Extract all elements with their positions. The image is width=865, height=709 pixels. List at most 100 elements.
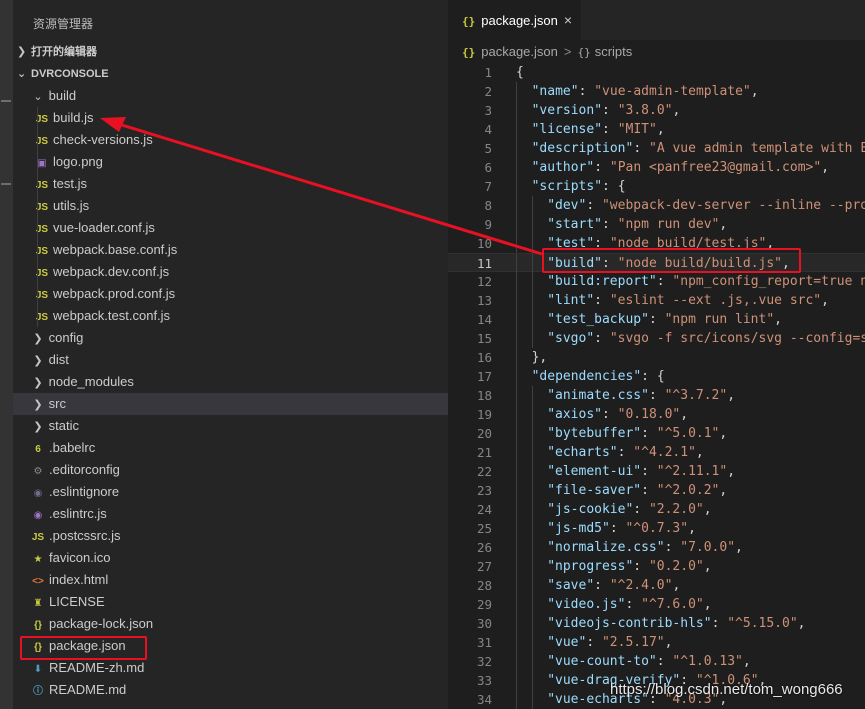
tree-item-webpack-base-conf-js[interactable]: JS webpack.base.conf.js (13, 239, 448, 261)
indent-guide (516, 557, 517, 576)
json-string: "svgo -f src/icons/svg --config=sr (609, 331, 865, 346)
json-punctuation: , (797, 616, 806, 631)
json-punctuation: , (727, 464, 736, 479)
code-editor[interactable]: 1{2 "name": "vue-admin-template", 3 "versio… (448, 63, 865, 709)
json-string: "^2.4.0" (609, 578, 673, 593)
tree-item-node-modules[interactable]: ❯ node_modules (13, 371, 448, 393)
indent-guide (516, 272, 517, 291)
eslint-ignore-icon: ◉ (33, 488, 43, 499)
json-string: "0.18.0" (617, 407, 681, 422)
tree-item-utils-js[interactable]: JS utils.js (13, 195, 448, 217)
tree-item-dist[interactable]: ❯ dist (13, 349, 448, 371)
tree-item-postcssrc-js[interactable]: JS .postcssrc.js (13, 525, 448, 547)
json-punctuation: : (594, 578, 610, 593)
tree-item-logo-png[interactable]: ▣ logo.png (13, 151, 448, 173)
json-key: "author" (531, 160, 595, 175)
workspace-header[interactable]: ⌄ DVRCONSOLE (13, 63, 448, 85)
tree-item-webpack-test-conf-js[interactable]: JS webpack.test.conf.js (13, 305, 448, 327)
code-line: 27 "nprogress": "0.2.0", (448, 557, 865, 576)
json-punctuation: : (641, 426, 657, 441)
tree-item-label: .eslintignore (49, 484, 120, 499)
code-text: "build:report": "npm_config_report=true … (547, 272, 865, 291)
json-string: "^5.0.1" (656, 426, 720, 441)
tree-item-webpack-dev-conf-js[interactable]: JS webpack.dev.conf.js (13, 261, 448, 283)
json-key: "dev" (547, 198, 587, 213)
tree-item-readme-zh-md[interactable]: ⬇ README-zh.md (13, 657, 448, 679)
code-text: "vue-count-to": "^1.0.13", (547, 652, 751, 671)
tree-item-favicon-ico[interactable]: ★ favicon.ico (13, 547, 448, 569)
tree-item-label: static (48, 418, 79, 433)
indent-guide (516, 82, 517, 101)
line-number: 5 (484, 141, 492, 156)
json-key: "nprogress" (547, 559, 634, 574)
tree-item-config[interactable]: ❯ config (13, 327, 448, 349)
line-number: 19 (476, 407, 492, 422)
tree-item-static[interactable]: ❯ static (13, 415, 448, 437)
line-number: 30 (476, 616, 492, 631)
tree-item-test-js[interactable]: JS test.js (13, 173, 448, 195)
tree-item-check-versions-js[interactable]: JS check-versions.js (13, 129, 448, 151)
code-text: "animate.css": "^3.7.2", (547, 386, 735, 405)
editor-pane: {} package.json × {} package.json > {} scripts… (448, 0, 865, 709)
code-line: 7 "scripts": { (448, 177, 865, 196)
json-key: "normalize.css" (547, 540, 665, 555)
json-punctuation: : (594, 160, 610, 175)
indent-guide (531, 272, 533, 291)
annotation-highlight-package-json (20, 636, 147, 660)
chevron-down-icon: ⌄ (33, 91, 43, 103)
json-key: "js-cookie" (547, 502, 634, 517)
tree-item-label: test.js (53, 176, 87, 191)
tree-item-vue-loader-conf-js[interactable]: JS vue-loader.conf.js (13, 217, 448, 239)
line-number: 29 (476, 597, 492, 612)
tree-item-label: package-lock.json (49, 616, 154, 631)
code-text: "echarts": "^4.2.1", (547, 443, 704, 462)
code-text: "video.js": "^7.6.0", (547, 595, 711, 614)
indent-guide (516, 234, 517, 253)
json-string: "^4.2.1" (633, 445, 696, 460)
tree-item-readme-md[interactable]: ⓘ README.md (13, 679, 448, 701)
code-text: "normalize.css": "7.0.0", (547, 538, 743, 557)
tree-item-license[interactable]: ♜ LICENSE (13, 591, 448, 613)
code-line: 1{ (448, 63, 865, 82)
json-string: "vue-admin-template" (594, 84, 751, 99)
tree-item-build[interactable]: ⌄ build (13, 85, 448, 107)
indent-guide (531, 595, 533, 614)
tree-item-build-js[interactable]: JS build.js (13, 107, 448, 129)
indent-guide (37, 107, 38, 327)
line-number: 3 (484, 103, 492, 118)
tree-item-label: index.html (49, 572, 109, 587)
tree-item-eslintignore[interactable]: ◉ .eslintignore (13, 481, 448, 503)
line-number: 1 (484, 65, 492, 80)
json-key: "build:report" (547, 274, 657, 289)
line-number: 4 (484, 122, 492, 137)
json-key: "animate.css" (547, 388, 649, 403)
json-key: "scripts" (531, 179, 603, 194)
line-number: 14 (476, 312, 492, 327)
json-key: "vue" (547, 635, 587, 650)
indent-guide (516, 329, 517, 348)
tab-package-json[interactable]: {} package.json × (448, 0, 581, 40)
tree-item-label: README.md (49, 682, 127, 697)
indent-guide (531, 576, 533, 595)
json-string: "^2.11.1" (656, 464, 728, 479)
tree-item-eslintrc-js[interactable]: ◉ .eslintrc.js (13, 503, 448, 525)
tree-item-editorconfig[interactable]: ⚙ .editorconfig (13, 459, 448, 481)
eslint-file-icon: ◉ (33, 510, 43, 521)
tree-item-package-lock-json[interactable]: {} package-lock.json (13, 613, 448, 635)
tree-item-webpack-prod-conf-js[interactable]: JS webpack.prod.conf.js (13, 283, 448, 305)
indent-guide (516, 101, 517, 120)
tree-item-index-html[interactable]: <> index.html (13, 569, 448, 591)
code-line: 14 "test_backup": "npm run lint", (448, 310, 865, 329)
code-text: "element-ui": "^2.11.1", (547, 462, 735, 481)
code-text: "bytebuffer": "^5.0.1", (547, 424, 727, 443)
tree-item-src[interactable]: ❯ src (13, 393, 448, 415)
close-icon[interactable]: × (564, 12, 572, 28)
breadcrumb-file[interactable]: package.json (481, 44, 558, 59)
json-key: "version" (531, 103, 603, 118)
tree-item-babelrc[interactable]: 6 .babelrc (13, 437, 448, 459)
workspace-label: DVRCONSOLE (31, 68, 109, 80)
indent-guide (516, 481, 517, 500)
breadcrumb-symbol[interactable]: scripts (595, 44, 633, 59)
open-editors-header[interactable]: ❯ 打开的编辑器 (13, 41, 448, 63)
code-line: 2 "name": "vue-admin-template", (448, 82, 865, 101)
